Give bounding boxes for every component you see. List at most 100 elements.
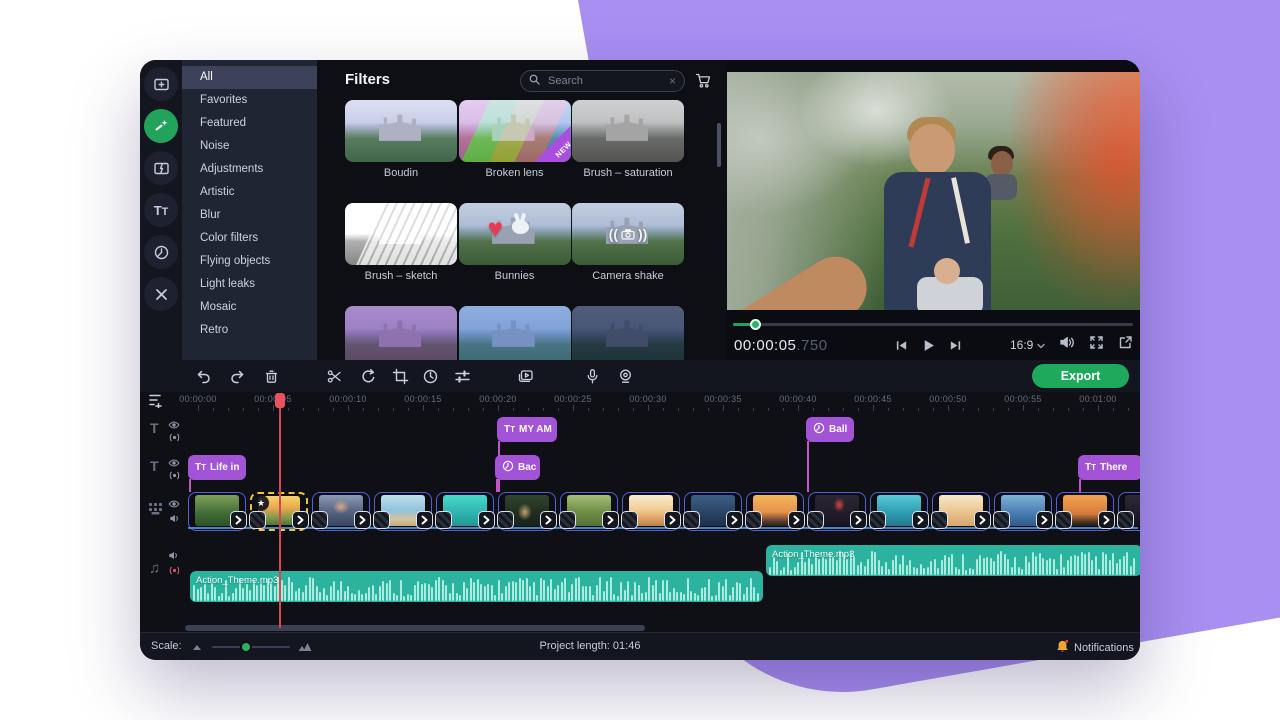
timeline-ruler[interactable]: 00:00:0000:00:0500:00:1000:00:1500:00:20… (140, 392, 1140, 412)
transition-marker[interactable] (850, 511, 886, 529)
notifications-button[interactable]: Notifications (1056, 639, 1134, 656)
titles-icon: TT (1085, 462, 1096, 473)
track-link-icon[interactable] (169, 430, 180, 448)
playhead-line (279, 396, 281, 628)
transition-marker[interactable] (1036, 511, 1072, 529)
filter-item-camera-shake[interactable]: (())Camera shake (572, 203, 684, 282)
category-item-mosaic[interactable]: Mosaic (182, 296, 317, 319)
titles-tab-button[interactable]: TT (144, 193, 178, 227)
track-link-icon[interactable] (169, 468, 180, 486)
filters-tab-button[interactable] (144, 109, 178, 143)
transitions-tab-button[interactable] (144, 151, 178, 185)
transition-marker[interactable] (292, 511, 328, 529)
store-cart-icon[interactable] (695, 72, 712, 94)
video-preview[interactable] (727, 72, 1140, 310)
filters-scrollbar[interactable] (717, 123, 721, 167)
detach-player-icon[interactable] (1118, 335, 1133, 355)
category-item-featured[interactable]: Featured (182, 112, 317, 135)
filter-label: Brush – sketch (345, 270, 457, 282)
crop-button[interactable] (392, 368, 409, 385)
category-item-retro[interactable]: Retro (182, 319, 317, 342)
transition-marker[interactable] (602, 511, 638, 529)
ruler-label: 00:00:05 (243, 394, 303, 404)
undo-button[interactable] (195, 368, 212, 385)
seekbar-knob[interactable] (750, 319, 761, 330)
audio-clip-1[interactable]: Action_Theme.mp3 (766, 545, 1140, 576)
category-item-favorites[interactable]: Favorites (182, 89, 317, 112)
title-clip-bac[interactable]: Bac (495, 455, 540, 480)
playhead-handle[interactable] (275, 393, 285, 408)
webcam-capture-button[interactable] (617, 368, 634, 385)
category-item-noise[interactable]: Noise (182, 135, 317, 158)
track-link-icon[interactable] (169, 563, 180, 581)
category-item-blur[interactable]: Blur (182, 204, 317, 227)
title-clip-ball[interactable]: Ball (806, 417, 854, 442)
volume-button[interactable] (1059, 335, 1075, 355)
record-audio-button[interactable] (584, 368, 601, 385)
audio-clip-2[interactable]: Action_Theme.mp3 (190, 571, 763, 602)
filter-item-brush-sketch[interactable]: Brush – sketch (345, 203, 457, 282)
category-item-color-filters[interactable]: Color filters (182, 227, 317, 250)
ruler-label: 00:00:15 (393, 394, 453, 404)
transition-arrow-icon (230, 511, 247, 529)
search-box[interactable]: × (520, 70, 685, 92)
transition-marker[interactable] (788, 511, 824, 529)
category-item-flying-objects[interactable]: Flying objects (182, 250, 317, 273)
timeline-scrollbar[interactable] (185, 625, 645, 631)
sticker-icon (502, 460, 514, 475)
filter-item[interactable] (572, 306, 684, 360)
preview-seekbar[interactable] (733, 323, 1133, 326)
category-item-light-leaks[interactable]: Light leaks (182, 273, 317, 296)
export-button[interactable]: Export (1032, 364, 1129, 388)
clip-properties-button[interactable] (517, 368, 534, 385)
transition-marker[interactable] (230, 511, 266, 529)
title-clip-life-in[interactable]: TTLife in (188, 455, 246, 480)
redo-button[interactable] (229, 368, 246, 385)
more-tools-button[interactable] (144, 277, 178, 311)
zoom-in-icon[interactable] (298, 642, 312, 655)
transition-marker[interactable] (478, 511, 514, 529)
transition-marker[interactable] (912, 511, 948, 529)
filter-item-boudin[interactable]: Boudin (345, 100, 457, 179)
filter-item[interactable] (459, 306, 571, 360)
scale-slider-knob[interactable] (240, 641, 252, 653)
panel-title: Filters (345, 71, 390, 88)
split-scissors-button[interactable] (326, 368, 343, 385)
transition-marker[interactable] (354, 511, 390, 529)
category-item-artistic[interactable]: Artistic (182, 181, 317, 204)
color-adjustments-button[interactable] (422, 368, 439, 385)
audio-clip-label: Action_Theme.mp3 (772, 549, 854, 560)
transition-marker[interactable] (1098, 511, 1134, 529)
transition-arrow-icon (912, 511, 929, 529)
transition-marker[interactable] (664, 511, 700, 529)
ruler-label: 00:00:50 (918, 394, 978, 404)
category-item-adjustments[interactable]: Adjustments (182, 158, 317, 181)
transition-marker[interactable] (726, 511, 762, 529)
play-button[interactable] (921, 338, 936, 353)
title-clip-my-am[interactable]: TTMY AM (497, 417, 557, 442)
transition-marker[interactable] (974, 511, 1010, 529)
filter-item-brush-saturation[interactable]: Brush – saturation (572, 100, 684, 179)
zoom-out-icon[interactable] (192, 642, 202, 654)
delete-button[interactable] (263, 368, 280, 385)
import-media-button[interactable] (144, 67, 178, 101)
category-item-all[interactable]: All (182, 66, 317, 89)
settings-sliders-button[interactable] (454, 368, 471, 385)
transition-marker[interactable] (416, 511, 452, 529)
app-window: TT AllFavoritesFeaturedNoiseAdjustmentsA… (140, 60, 1140, 660)
filter-item[interactable] (345, 306, 457, 360)
filter-item-bunnies[interactable]: ♥Bunnies (459, 203, 571, 282)
filter-label: Broken lens (459, 167, 571, 179)
search-input[interactable] (546, 74, 663, 88)
fullscreen-icon[interactable] (1089, 335, 1104, 355)
title-clip-there[interactable]: TTThere (1078, 455, 1140, 480)
stickers-tab-button[interactable] (144, 235, 178, 269)
next-frame-button[interactable] (949, 339, 962, 352)
previous-frame-button[interactable] (895, 339, 908, 352)
transition-marker[interactable] (540, 511, 576, 529)
track-mute-icon[interactable] (169, 511, 180, 529)
clear-search-icon[interactable]: × (669, 75, 676, 87)
aspect-ratio-select[interactable]: 16:9 (1010, 338, 1045, 352)
rotate-button[interactable] (360, 368, 377, 385)
filter-item-broken-lens[interactable]: NEWBroken lens (459, 100, 571, 179)
